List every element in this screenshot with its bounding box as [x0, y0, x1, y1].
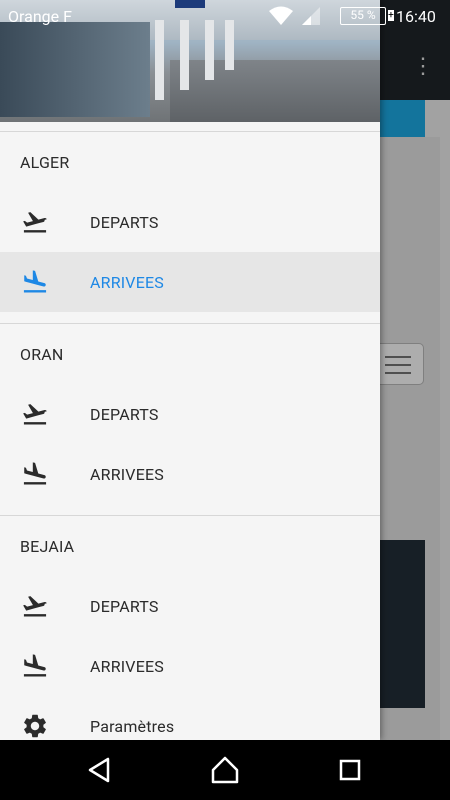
battery-icon: 55 % + [340, 7, 394, 25]
section-title-label: ALGER [20, 152, 70, 172]
system-navigation-bar [0, 740, 450, 800]
flight-land-icon [0, 268, 90, 296]
menu-item-alger-arrivees[interactable]: ARRIVEES [0, 252, 380, 312]
section-title-label: BEJAIA [20, 536, 75, 556]
recents-icon[interactable] [334, 754, 366, 786]
drawer-scrim[interactable] [380, 0, 450, 740]
menu-item-settings[interactable]: Paramètres [0, 696, 380, 740]
flight-land-icon [0, 652, 90, 680]
menu-item-label: ARRIVEES [90, 656, 164, 676]
section-title-label: ORAN [20, 344, 64, 364]
drawer-menu: ALGER DEPARTS ARRIVEES ORAN DEPARTS ARRIVEES B… [0, 122, 380, 740]
flight-takeoff-icon [0, 592, 90, 620]
menu-item-label: ARRIVEES [90, 464, 164, 484]
charging-icon: + [388, 10, 394, 21]
menu-item-label: ARRIVEES [90, 272, 164, 292]
section-title-oran: ORAN [0, 324, 380, 384]
menu-item-oran-departs[interactable]: DEPARTS [0, 384, 380, 444]
menu-item-label: DEPARTS [90, 212, 159, 232]
flight-takeoff-icon [0, 208, 90, 236]
navigation-drawer: ALGER DEPARTS ARRIVEES ORAN DEPARTS ARRIVEES B… [0, 0, 380, 740]
flight-takeoff-icon [0, 400, 90, 428]
flight-land-icon [0, 460, 90, 488]
carrier-name: Orange F [8, 7, 72, 26]
menu-item-oran-arrivees[interactable]: ARRIVEES [0, 444, 380, 504]
menu-item-bejaia-arrivees[interactable]: ARRIVEES [0, 636, 380, 696]
status-bar: Orange F 55 % + 16:40 [0, 0, 450, 33]
status-clock: 16:40 [396, 7, 436, 26]
back-icon[interactable] [84, 754, 116, 786]
section-title-bejaia: BEJAIA [0, 516, 380, 576]
menu-item-label: DEPARTS [90, 404, 159, 424]
menu-item-bejaia-departs[interactable]: DEPARTS [0, 576, 380, 636]
section-title-alger: ALGER [0, 132, 380, 192]
gear-icon [0, 712, 90, 740]
menu-item-label: DEPARTS [90, 596, 159, 616]
menu-item-label: Paramètres [90, 716, 175, 736]
signal-icon [302, 7, 320, 25]
wifi-icon [269, 6, 293, 25]
battery-level: 55 % [350, 8, 376, 22]
menu-item-alger-departs[interactable]: DEPARTS [0, 192, 380, 252]
home-icon[interactable] [209, 754, 241, 786]
